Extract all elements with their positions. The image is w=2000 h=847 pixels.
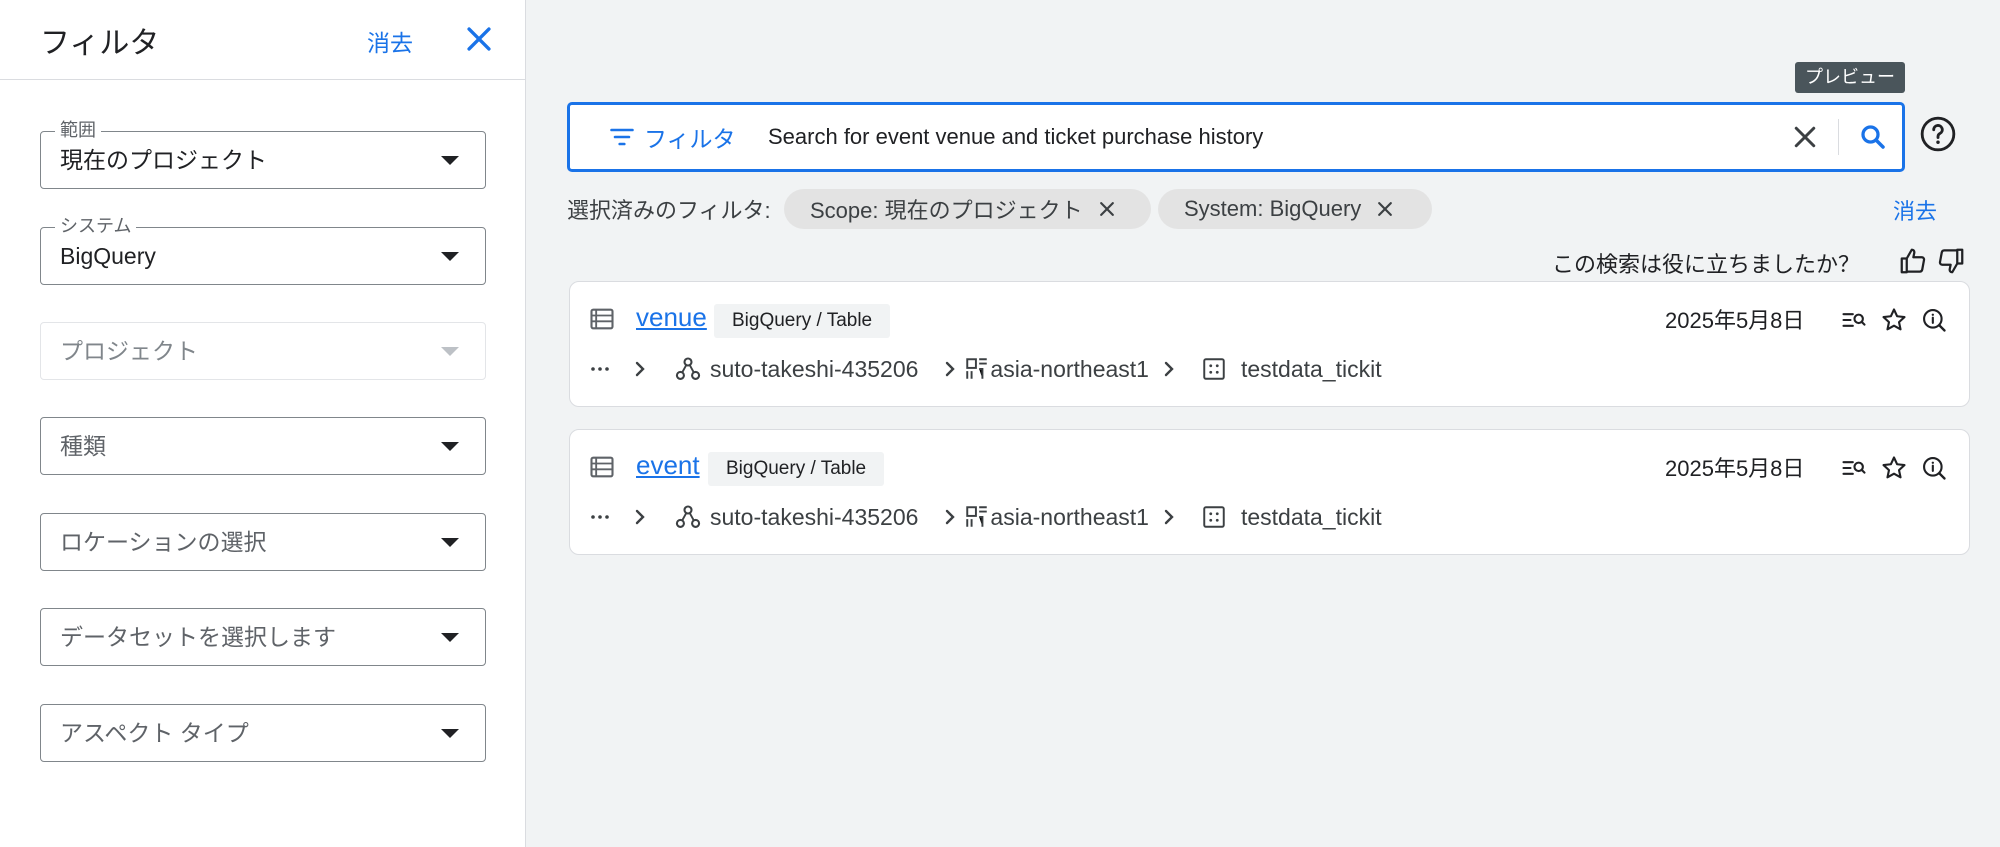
filter-panel-header: フィルタ 消去 xyxy=(0,0,525,80)
location-icon xyxy=(966,506,988,527)
dropdown-arrow-icon xyxy=(441,442,459,451)
search-bar: フィルタ xyxy=(567,102,1905,172)
scope-select[interactable]: 範囲 現在のプロジェクト xyxy=(40,120,486,189)
feedback-question: この検索は役に立ちましたか？ xyxy=(1552,252,1861,277)
filter-chip-scope-label: Scope: 現在のプロジェクト xyxy=(810,198,1083,223)
chevron-right-icon xyxy=(946,509,956,525)
clear-icon[interactable] xyxy=(1790,122,1820,152)
project-icon xyxy=(675,505,701,528)
more-icon[interactable] xyxy=(588,505,612,529)
project-icon xyxy=(675,357,701,380)
filter-chip-system: System: BigQuery xyxy=(1158,189,1432,229)
result-type-badge: BigQuery / Table xyxy=(708,452,885,486)
search-input[interactable] xyxy=(768,116,1758,158)
result-type-badge: BigQuery / Table xyxy=(714,304,891,338)
result-card: event BigQuery / Table 2025年5月8日 suto-ta… xyxy=(569,429,1970,555)
help-icon[interactable] xyxy=(1919,115,1957,153)
breadcrumb-dataset[interactable]: testdata_tickit xyxy=(1241,356,1382,383)
breadcrumb-location[interactable]: asia-northeast1 xyxy=(990,356,1149,383)
search-filter-label: フィルタ xyxy=(644,126,736,152)
preview-tooltip: プレビュー xyxy=(1795,62,1905,93)
result-card: venue BigQuery / Table 2025年5月8日 suto-ta… xyxy=(569,281,1970,407)
search-filter-button[interactable]: フィルタ xyxy=(608,105,736,169)
filter-panel: フィルタ 消去 範囲 現在のプロジェクト システム BigQuery プロジェク… xyxy=(0,0,526,847)
chevron-right-icon xyxy=(1164,361,1174,377)
table-icon xyxy=(590,308,614,330)
aspect-type-select[interactable]: アスペクト タイプ xyxy=(40,704,486,762)
dropdown-arrow-icon xyxy=(441,252,459,261)
dropdown-arrow-icon xyxy=(441,729,459,738)
location-select-placeholder: ロケーションの選択 xyxy=(60,529,267,555)
result-date: 2025年5月8日 xyxy=(1665,456,1805,481)
star-icon[interactable] xyxy=(1880,454,1908,482)
chevron-right-icon xyxy=(946,361,956,377)
result-date: 2025年5月8日 xyxy=(1665,308,1805,333)
remove-chip-icon[interactable] xyxy=(1375,199,1395,219)
breadcrumb-project[interactable]: suto-takeshi-435206 xyxy=(710,504,918,531)
thumbs-down-icon[interactable] xyxy=(1936,246,1966,276)
type-select[interactable]: 種類 xyxy=(40,417,486,475)
dropdown-arrow-icon xyxy=(441,538,459,547)
breadcrumb-location[interactable]: asia-northeast1 xyxy=(990,504,1149,531)
scope-select-value: 現在のプロジェクト xyxy=(60,147,267,173)
info-search-icon[interactable] xyxy=(1920,306,1948,334)
dataset-icon xyxy=(1203,506,1225,528)
result-breadcrumb: suto-takeshi-435206 asia-northeast1 test… xyxy=(588,352,1382,386)
filter-panel-title: フィルタ xyxy=(40,27,160,60)
thumbs-up-icon[interactable] xyxy=(1898,246,1928,276)
aspect-type-select-placeholder: アスペクト タイプ xyxy=(60,720,249,746)
location-select[interactable]: ロケーションの選択 xyxy=(40,513,486,571)
filter-chip-system-label: System: BigQuery xyxy=(1184,196,1362,221)
more-icon[interactable] xyxy=(588,357,612,381)
search-divider xyxy=(1838,119,1839,155)
breadcrumb-project[interactable]: suto-takeshi-435206 xyxy=(710,356,918,383)
search-icon[interactable] xyxy=(1858,122,1888,152)
details-search-icon[interactable] xyxy=(1840,454,1868,482)
dropdown-arrow-icon xyxy=(441,633,459,642)
dataset-select[interactable]: データセットを選択します xyxy=(40,608,486,666)
clear-filters-button[interactable]: 消去 xyxy=(1893,194,1937,226)
project-select: プロジェクト xyxy=(40,322,486,380)
chevron-right-icon xyxy=(635,361,645,377)
table-icon xyxy=(590,456,614,478)
filter-panel-clear-button[interactable]: 消去 xyxy=(367,24,413,58)
filter-chip-scope: Scope: 現在のプロジェクト xyxy=(784,189,1151,229)
filter-icon xyxy=(610,128,634,146)
info-search-icon[interactable] xyxy=(1920,454,1948,482)
result-title[interactable]: event xyxy=(636,450,700,481)
selected-filters-label: 選択済みのフィルタ: xyxy=(567,198,771,223)
dropdown-arrow-icon xyxy=(441,347,459,356)
star-icon[interactable] xyxy=(1880,306,1908,334)
chevron-right-icon xyxy=(1164,509,1174,525)
result-title[interactable]: venue xyxy=(636,302,707,333)
location-icon xyxy=(966,358,988,379)
dataset-select-placeholder: データセットを選択します xyxy=(60,624,336,650)
details-search-icon[interactable] xyxy=(1840,306,1868,334)
result-breadcrumb: suto-takeshi-435206 asia-northeast1 test… xyxy=(588,500,1382,534)
breadcrumb-dataset[interactable]: testdata_tickit xyxy=(1241,504,1382,531)
type-select-placeholder: 種類 xyxy=(60,433,106,459)
dataset-icon xyxy=(1203,358,1225,380)
system-select-value: BigQuery xyxy=(60,243,156,269)
remove-chip-icon[interactable] xyxy=(1097,199,1117,219)
chevron-right-icon xyxy=(635,509,645,525)
project-select-placeholder: プロジェクト xyxy=(60,338,198,364)
system-select[interactable]: システム BigQuery xyxy=(40,216,486,285)
dropdown-arrow-icon xyxy=(441,156,459,165)
close-icon[interactable] xyxy=(462,22,496,56)
